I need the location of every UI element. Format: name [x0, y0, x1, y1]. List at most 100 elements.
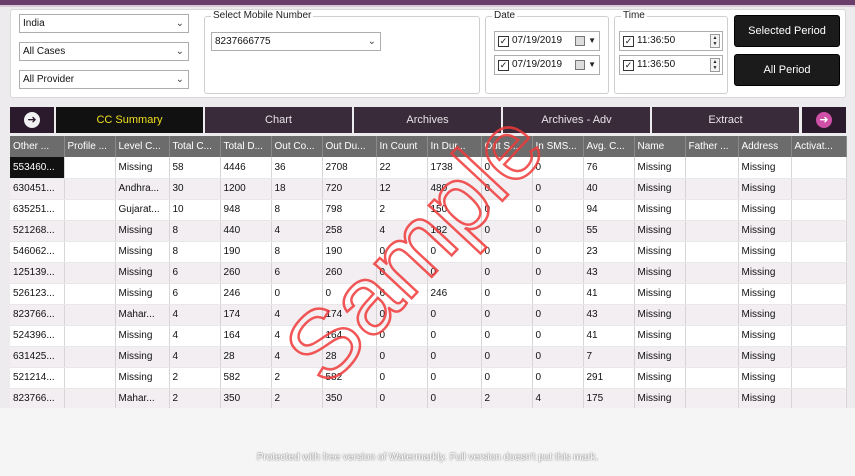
- table-cell[interactable]: 823766...: [10, 304, 65, 326]
- table-cell[interactable]: 2: [271, 367, 323, 389]
- table-cell[interactable]: 440: [220, 220, 272, 242]
- table-cell[interactable]: [64, 157, 116, 179]
- forward-button[interactable]: ➜: [802, 107, 846, 133]
- date-from-checkbox[interactable]: ✓: [498, 36, 509, 47]
- table-cell[interactable]: 190: [220, 241, 272, 263]
- tab-cc-summary[interactable]: CC Summary: [56, 107, 204, 133]
- table-cell[interactable]: 0: [532, 241, 584, 263]
- table-cell[interactable]: [64, 388, 116, 410]
- table-cell[interactable]: 164: [322, 325, 377, 347]
- table-cell[interactable]: 720: [322, 178, 377, 200]
- table-cell[interactable]: [685, 388, 739, 410]
- table-cell[interactable]: 76: [583, 157, 635, 179]
- table-cell[interactable]: 0: [376, 241, 428, 263]
- table-cell[interactable]: 798: [322, 199, 377, 221]
- table-cell[interactable]: 0: [481, 367, 533, 389]
- time-from-picker[interactable]: ✓ 11:36:50 ▲ ▼: [619, 31, 723, 51]
- table-cell[interactable]: [64, 367, 116, 389]
- table-cell[interactable]: [791, 346, 847, 368]
- table-cell[interactable]: Missing: [738, 241, 792, 263]
- column-header[interactable]: Out S...: [481, 136, 533, 157]
- table-cell[interactable]: Gujarat...: [115, 199, 170, 221]
- table-cell[interactable]: 94: [583, 199, 635, 221]
- table-cell[interactable]: [685, 157, 739, 179]
- table-cell[interactable]: [64, 241, 116, 263]
- tab-archives-adv[interactable]: Archives - Adv: [503, 107, 651, 133]
- table-cell[interactable]: Andhra...: [115, 178, 170, 200]
- table-cell[interactable]: 0: [532, 199, 584, 221]
- table-cell[interactable]: 0: [532, 304, 584, 326]
- table-row[interactable]: 521268... Missing 8 440 4 258 4 182 0 0 55 Missing M…: [10, 220, 847, 242]
- table-cell[interactable]: 0: [376, 388, 428, 410]
- table-cell[interactable]: 4: [271, 220, 323, 242]
- table-cell[interactable]: Missing: [634, 178, 686, 200]
- table-cell[interactable]: 524396...: [10, 325, 65, 347]
- table-cell[interactable]: 8: [169, 220, 221, 242]
- table-cell[interactable]: Missing: [634, 325, 686, 347]
- table-cell[interactable]: 0: [532, 346, 584, 368]
- table-cell[interactable]: 2: [481, 388, 533, 410]
- table-cell[interactable]: Missing: [634, 262, 686, 284]
- table-cell[interactable]: 631425...: [10, 346, 65, 368]
- time-to-picker[interactable]: ✓ 11:36:50 ▲ ▼: [619, 55, 723, 75]
- table-cell[interactable]: 1200: [220, 178, 272, 200]
- table-cell[interactable]: 4: [532, 388, 584, 410]
- table-row[interactable]: 823766... Mahar... 2 350 2 350 0 0 2 4 175 Missing M…: [10, 388, 847, 410]
- spin-down-icon[interactable]: ▼: [711, 41, 719, 47]
- table-row[interactable]: 524396... Missing 4 164 4 164 0 0 0 0 41 Missing Mis…: [10, 325, 847, 347]
- table-cell[interactable]: 174: [220, 304, 272, 326]
- table-cell[interactable]: 0: [376, 304, 428, 326]
- table-cell[interactable]: 0: [427, 367, 482, 389]
- table-cell[interactable]: 948: [220, 199, 272, 221]
- table-cell[interactable]: 18: [271, 178, 323, 200]
- time-to-spinner[interactable]: ▲ ▼: [710, 58, 720, 72]
- table-cell[interactable]: 246: [220, 283, 272, 305]
- time-to-checkbox[interactable]: ✓: [623, 60, 634, 71]
- table-cell[interactable]: 0: [532, 283, 584, 305]
- table-cell[interactable]: 4: [271, 304, 323, 326]
- table-cell[interactable]: 2708: [322, 157, 377, 179]
- table-cell[interactable]: 0: [376, 262, 428, 284]
- table-cell[interactable]: 125139...: [10, 262, 65, 284]
- table-cell[interactable]: 30: [169, 178, 221, 200]
- table-cell[interactable]: 4: [376, 220, 428, 242]
- all-period-button[interactable]: All Period: [734, 54, 840, 86]
- table-cell[interactable]: [685, 346, 739, 368]
- table-row[interactable]: 125139... Missing 6 260 6 260 0 0 0 0 43 Missing Mis…: [10, 262, 847, 284]
- table-cell[interactable]: [791, 241, 847, 263]
- table-cell[interactable]: 6: [169, 283, 221, 305]
- table-cell[interactable]: 291: [583, 367, 635, 389]
- date-to-checkbox[interactable]: ✓: [498, 60, 509, 71]
- table-cell[interactable]: [685, 241, 739, 263]
- table-cell[interactable]: [64, 283, 116, 305]
- table-cell[interactable]: Missing: [738, 262, 792, 284]
- table-cell[interactable]: [791, 157, 847, 179]
- table-cell[interactable]: 0: [481, 199, 533, 221]
- table-cell[interactable]: 0: [481, 157, 533, 179]
- table-cell[interactable]: 553460...: [10, 157, 65, 179]
- table-cell[interactable]: [791, 325, 847, 347]
- table-cell[interactable]: 4: [169, 304, 221, 326]
- table-cell[interactable]: 480: [427, 178, 482, 200]
- table-cell[interactable]: 546062...: [10, 241, 65, 263]
- table-cell[interactable]: Missing: [115, 241, 170, 263]
- table-cell[interactable]: [791, 220, 847, 242]
- table-cell[interactable]: Missing: [634, 220, 686, 242]
- table-cell[interactable]: 174: [322, 304, 377, 326]
- table-cell[interactable]: [685, 283, 739, 305]
- table-cell[interactable]: [791, 388, 847, 410]
- column-header[interactable]: Out Co...: [271, 136, 323, 157]
- tab-archives[interactable]: Archives: [354, 107, 502, 133]
- table-cell[interactable]: Missing: [115, 283, 170, 305]
- table-cell[interactable]: 582: [322, 367, 377, 389]
- table-cell[interactable]: 635251...: [10, 199, 65, 221]
- column-header[interactable]: Name: [634, 136, 686, 157]
- table-cell[interactable]: Missing: [634, 304, 686, 326]
- column-header[interactable]: Other ...: [10, 136, 65, 157]
- tab-chart[interactable]: Chart: [205, 107, 353, 133]
- table-cell[interactable]: 630451...: [10, 178, 65, 200]
- table-cell[interactable]: 0: [427, 241, 482, 263]
- table-cell[interactable]: Missing: [634, 157, 686, 179]
- table-cell[interactable]: 0: [427, 304, 482, 326]
- table-cell[interactable]: 1738: [427, 157, 482, 179]
